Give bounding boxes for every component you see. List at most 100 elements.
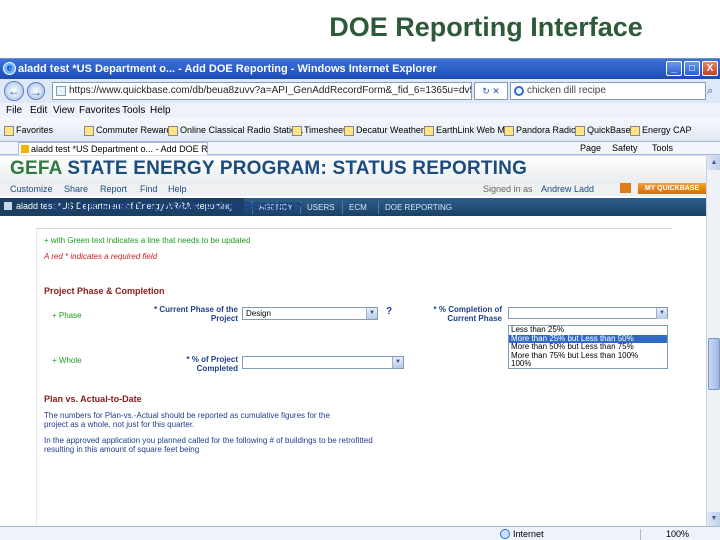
forward-button[interactable]: → [27, 82, 45, 100]
fav-energy-cap[interactable]: Energy CAP [630, 118, 692, 142]
nav-report[interactable]: Report [100, 183, 127, 196]
tab-bar: aladd test *US Department o... - Add DOE… [0, 142, 720, 155]
window-titlebar: e aladd test *US Department o... - Add D… [0, 59, 720, 79]
quickbase-icon [620, 183, 631, 193]
fav-quickbase[interactable]: QuickBase [575, 118, 631, 142]
scroll-up-button[interactable]: ▲ [707, 156, 720, 170]
search-input[interactable]: chicken dill recipe [510, 82, 706, 100]
page-icon [84, 125, 94, 136]
form-area [0, 216, 706, 526]
close-button[interactable]: X [702, 61, 718, 76]
menu-edit[interactable]: Edit [30, 103, 47, 118]
radio-icon [168, 125, 178, 136]
maximize-button[interactable]: □ [684, 61, 700, 76]
url-text: https://www.quickbase.com/db/beua8zuvv?a… [69, 85, 472, 96]
gefa-title-text: STATE ENERGY PROGRAM: STATUS REPORTING [67, 158, 528, 179]
page-icon [575, 125, 585, 136]
scroll-thumb[interactable] [708, 338, 720, 390]
app-nav-ecm[interactable]: ECM [342, 201, 373, 214]
whole-label: + Whole [52, 356, 82, 365]
search-text: chicken dill recipe [527, 85, 606, 96]
help-icon[interactable]: ? [386, 306, 392, 317]
minimize-button[interactable]: _ [666, 61, 682, 76]
page-icon [292, 125, 302, 136]
my-quickbase-button[interactable]: MY QUICKBASE [638, 183, 706, 194]
favorites-bar: Favorites Commuter Rewards Online Classi… [0, 118, 720, 142]
pct-completion-select[interactable]: ▼ [508, 307, 668, 319]
menu-help[interactable]: Help [150, 103, 171, 118]
nav-help[interactable]: Help [168, 183, 187, 196]
fav-earthlink[interactable]: EarthLink Web Mail [424, 118, 514, 142]
chevron-down-icon[interactable]: ▼ [656, 308, 667, 319]
command-safety[interactable]: Safety [612, 142, 638, 155]
fav-decatur-weather[interactable]: Decatur Weather [344, 118, 424, 142]
fav-commuter-rewards[interactable]: Commuter Rewards [84, 118, 176, 142]
app-nav-users[interactable]: USERS [300, 201, 341, 214]
search-provider-icon [514, 86, 524, 96]
slide: DOE Reporting Interface e aladd test *US… [0, 0, 720, 540]
tab-favicon [21, 145, 29, 153]
refresh-stop-buttons[interactable]: ↻ ✕ [474, 82, 508, 100]
slide-header-blank [0, 0, 252, 58]
gefa-nav: Customize Share Report Find Help Signed … [0, 183, 706, 196]
nav-find[interactable]: Find [140, 183, 158, 196]
scroll-down-button[interactable]: ▼ [707, 512, 720, 526]
signed-in-label: Signed in as [483, 184, 533, 194]
fav-classical-radio[interactable]: Online Classical Radio Statio... [168, 118, 304, 142]
gefa-header: GEFA STATE ENERGY PROGRAM: STATUS REPORT… [0, 156, 706, 183]
pct-option[interactable]: 100% [509, 359, 667, 368]
user-link[interactable]: Andrew Ladd [541, 183, 594, 196]
chevron-down-icon[interactable]: ▼ [366, 308, 377, 319]
star-icon [4, 125, 14, 136]
address-bar: ← → https://www.quickbase.com/db/beua8zu… [0, 79, 720, 103]
green-note: + with Green text indicates a line that … [44, 236, 251, 245]
fav-pandora[interactable]: Pandora Radio [504, 118, 576, 142]
status-zone: Internet [513, 529, 544, 539]
menu-bar: File Edit View Favorites Tools Help [0, 103, 720, 118]
fav-timesheet[interactable]: Timesheet [292, 118, 346, 142]
favorites-button[interactable]: Favorites [4, 118, 53, 142]
current-phase-label: * Current Phase of the Project [153, 305, 238, 323]
browser-tab[interactable]: aladd test *US Department o... - Add DOE… [18, 142, 208, 155]
phase-label: + Phase [52, 311, 82, 320]
weather-icon [344, 125, 354, 136]
project-completed-label: * % of Project Completed [186, 355, 238, 373]
search-icon[interactable]: ⌕ [707, 82, 719, 100]
current-phase-select[interactable]: Design ▼ [242, 307, 378, 320]
nav-share[interactable]: Share [64, 183, 88, 196]
form-frame [36, 228, 672, 526]
gefa-title: GEFA STATE ENERGY PROGRAM: STATUS REPORT… [10, 158, 527, 180]
app-icon [4, 202, 12, 210]
app-nav-doe-reporting[interactable]: DOE REPORTING [378, 201, 458, 214]
ie-logo-icon: e [3, 62, 16, 75]
approved-note: In the approved application you planned … [44, 436, 373, 454]
menu-favorites[interactable]: Favorites [79, 103, 120, 118]
menu-tools[interactable]: Tools [122, 103, 145, 118]
gefa-brand: GEFA [10, 158, 62, 179]
status-divider [640, 529, 641, 540]
url-input[interactable]: https://www.quickbase.com/db/beua8zuvv?a… [52, 82, 472, 100]
pct-option[interactable]: More than 75% but Less than 100% [509, 351, 667, 361]
status-bar: Internet 100% [0, 526, 720, 540]
menu-view[interactable]: View [53, 103, 75, 118]
menu-file[interactable]: File [6, 103, 22, 118]
globe-icon [500, 529, 510, 539]
back-button[interactable]: ← [4, 81, 24, 101]
chevron-down-icon[interactable]: ▼ [392, 357, 403, 368]
current-phase-value: Design [246, 309, 271, 318]
slide-title: DOE Reporting Interface [329, 12, 643, 42]
project-completed-select[interactable]: ▼ [242, 356, 404, 369]
slide-header: DOE Reporting Interface [0, 0, 720, 58]
window-title: aladd test *US Department o... - Add DOE… [18, 63, 437, 75]
zoom-level[interactable]: 100% [666, 527, 689, 540]
vertical-scrollbar[interactable]: ▲ ▼ [706, 156, 720, 526]
page-icon [424, 125, 434, 136]
browser-window: e aladd test *US Department o... - Add D… [0, 58, 720, 540]
command-tools[interactable]: Tools [652, 142, 673, 155]
page-icon [630, 125, 640, 136]
command-page[interactable]: Page [580, 142, 601, 155]
pct-completion-label: * % Completion of Current Phase [433, 305, 502, 323]
pct-completion-options[interactable]: Less than 25% More than 25% but Less tha… [508, 325, 668, 369]
required-note: A red * indicates a required field [44, 252, 158, 261]
nav-customize[interactable]: Customize [10, 183, 53, 196]
